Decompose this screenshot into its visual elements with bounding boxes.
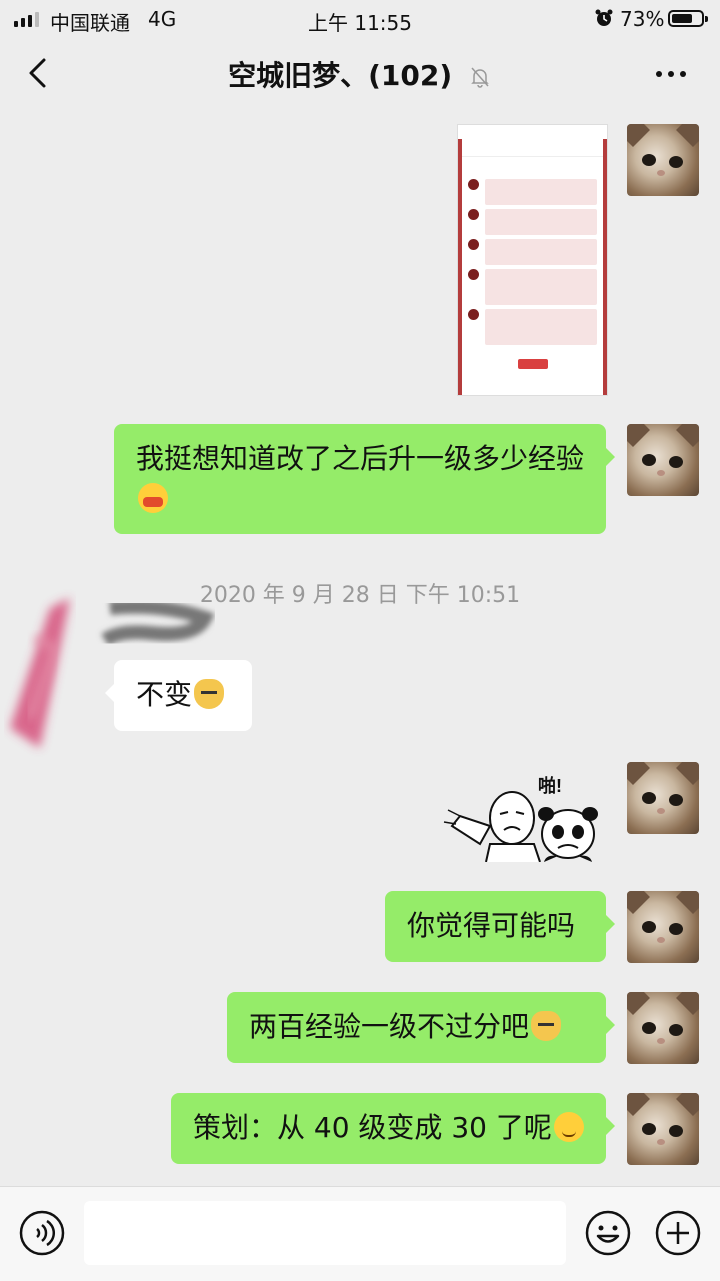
image-button [517,359,548,369]
message-bubble-outgoing[interactable]: 策划：从 40 级变成 30 了呢 [171,1093,615,1164]
message-text: 我挺想知道改了之后升一级多少经验 [136,442,585,475]
more-dots-icon[interactable] [654,64,688,84]
message-input[interactable] [84,1201,566,1265]
image-title-bar [458,139,607,157]
plus-icon[interactable] [654,1209,702,1257]
image-message[interactable] [457,124,608,396]
emoji-icon[interactable] [584,1209,632,1257]
message-bubble-outgoing[interactable]: 你觉得可能吗 [385,891,615,962]
bell-muted-icon [471,67,489,88]
message-bubble-incoming[interactable]: 不变 [105,660,252,731]
sticker-text: 啪! [538,775,562,796]
cat-face-emoji-icon [531,1011,562,1041]
image-status-bar [458,125,607,139]
panda-slap-sticker[interactable]: 啪! [440,766,606,862]
message-text: 两百经验一级不过分吧 [249,1010,530,1043]
avatar[interactable] [627,891,699,963]
message-text: 你觉得可能吗 [407,909,576,942]
avatar[interactable] [627,424,699,496]
message-bubble-outgoing[interactable]: 两百经验一级不过分吧 [227,992,615,1063]
battery-level [672,14,693,23]
avatar[interactable] [627,1093,699,1165]
avatar[interactable] [627,124,699,196]
chat-header: 空城旧梦、(102) [0,38,720,110]
avatar[interactable] [627,992,699,1064]
chat-title-wrap[interactable]: 空城旧梦、(102) [0,54,720,94]
battery-icon [668,10,708,27]
cat-face-emoji-icon [194,679,225,709]
chat-title: 空城旧梦、(102) [228,59,453,92]
battery-percent: 73% [620,7,665,31]
input-bar [0,1186,720,1281]
alarm-icon [595,9,613,26]
voice-icon[interactable] [18,1209,66,1257]
message-text: 策划：从 40 级变成 30 了呢 [193,1111,552,1144]
mask-face-emoji-icon [138,483,168,513]
status-bar: 中国联通 4G 上午 11:55 73% [0,0,720,38]
image-intro [458,157,607,175]
message-bubble-outgoing[interactable]: 我挺想知道改了之后升一级多少经验 [114,424,615,534]
message-text: 不变 [136,678,193,711]
smirk-emoji-icon [553,1112,584,1142]
avatar[interactable] [627,762,699,834]
